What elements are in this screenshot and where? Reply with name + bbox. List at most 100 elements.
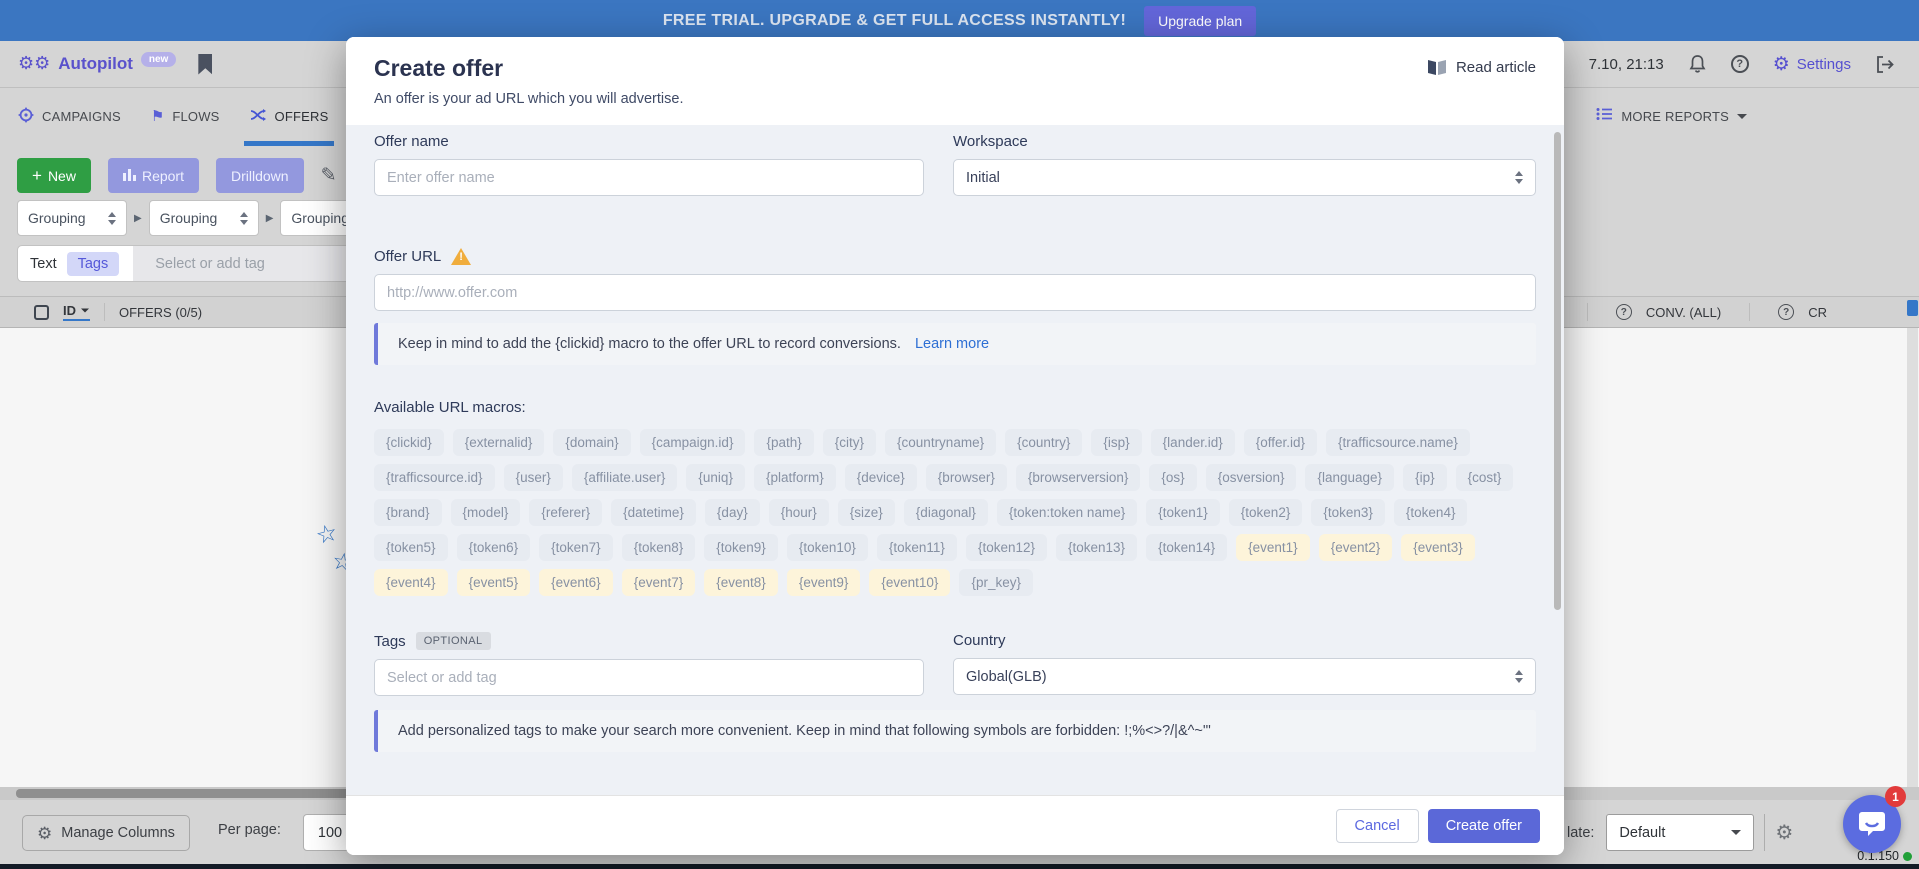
macro-chip[interactable]: {browserversion} [1016,464,1141,491]
macro-chip[interactable]: {language} [1305,464,1394,491]
report-button[interactable]: Report [108,158,199,193]
macro-chip[interactable]: {diagonal} [904,499,988,526]
macro-chip[interactable]: {offer.id} [1244,429,1317,456]
macro-chip[interactable]: {brand} [374,499,442,526]
macro-chip[interactable]: {lander.id} [1151,429,1235,456]
help-icon[interactable]: ? [1778,304,1794,320]
grouping-select-1[interactable]: Grouping [17,200,127,236]
column-offers[interactable]: OFFERS (0/5) [119,305,202,320]
drilldown-button[interactable]: Drilldown [216,158,304,193]
offer-name-input[interactable] [374,159,924,196]
macro-chip[interactable]: {isp} [1091,429,1141,456]
tab-offers[interactable]: OFFERS [250,88,329,146]
modal-scrollbar-thumb[interactable] [1554,132,1561,610]
create-offer-button[interactable]: Create offer [1428,809,1540,843]
workspace-select[interactable]: Initial [953,159,1536,196]
macro-chip[interactable]: {token11} [877,534,957,561]
macro-chip[interactable]: {event6} [539,569,613,596]
more-reports-button[interactable]: MORE REPORTS [1596,107,1747,126]
macro-chip[interactable]: {token14} [1146,534,1227,561]
macro-chip[interactable]: {platform} [754,464,836,491]
macro-chip[interactable]: {event9} [787,569,861,596]
macro-chip[interactable]: {token7} [539,534,613,561]
macro-chip[interactable]: {country} [1005,429,1082,456]
macro-chip[interactable]: {size} [838,499,895,526]
macro-chip[interactable]: {cost} [1456,464,1514,491]
filter-tags-toggle[interactable]: Tags [67,252,120,276]
tags-input[interactable] [374,659,924,696]
macro-chip[interactable]: {event7} [622,569,696,596]
edit-pencil-icon[interactable]: ✎ [321,164,337,187]
macro-chip[interactable]: {hour} [769,499,829,526]
cancel-button[interactable]: Cancel [1336,809,1419,843]
macro-chip[interactable]: {ip} [1403,464,1447,491]
macro-chip[interactable]: {user} [504,464,563,491]
country-select[interactable]: Global(GLB) [953,658,1536,695]
macro-chip[interactable]: {pr_key} [959,569,1033,596]
macro-chip[interactable]: {os} [1149,464,1196,491]
macro-chip[interactable]: {city} [823,429,876,456]
column-id[interactable]: ID [63,303,90,321]
macro-chip[interactable]: {trafficsource.id} [374,464,495,491]
notifications-bell-icon[interactable] [1688,54,1707,74]
macro-chip[interactable]: {affiliate.user} [572,464,678,491]
macro-chip[interactable]: {day} [705,499,760,526]
macro-chip[interactable]: {token:token name} [997,499,1137,526]
macro-chip[interactable]: {token8} [622,534,696,561]
macro-chip[interactable]: {domain} [553,429,630,456]
tab-campaigns[interactable]: CAMPAIGNS [18,88,121,146]
filter-text-toggle[interactable]: Text [18,256,67,272]
offer-url-input[interactable] [374,274,1536,311]
macro-chip[interactable]: {datetime} [611,499,696,526]
read-article-link[interactable]: Read article [1427,59,1536,76]
tab-flows[interactable]: ⚑ FLOWS [151,88,220,146]
vertical-scrollbar-thumb[interactable] [1907,300,1918,316]
macro-chip[interactable]: {event10} [869,569,950,596]
vertical-scrollbar[interactable] [1907,328,1918,787]
macro-chip[interactable]: {countryname} [885,429,996,456]
macro-chip[interactable]: {event3} [1401,534,1475,561]
settings-button[interactable]: ⚙ Settings [1773,55,1851,74]
macro-chip[interactable]: {token6} [457,534,531,561]
macro-chip[interactable]: {token13} [1056,534,1137,561]
brand-name[interactable]: Autopilot [58,54,133,74]
macro-chip[interactable]: {token1} [1146,499,1220,526]
macro-chip[interactable]: {referer} [529,499,602,526]
macro-chip[interactable]: {path} [754,429,813,456]
macro-chip[interactable]: {model} [451,499,521,526]
column-conv-all[interactable]: CONV. (ALL) [1646,305,1721,320]
grouping-select-2[interactable]: Grouping [149,200,259,236]
help-icon[interactable]: ? [1616,304,1632,320]
manage-columns-button[interactable]: ⚙ Manage Columns [22,815,190,851]
macro-chip[interactable]: {event4} [374,569,448,596]
select-all-checkbox[interactable] [34,305,49,320]
macro-chip[interactable]: {token10} [787,534,868,561]
macro-chip[interactable]: {token2} [1229,499,1303,526]
macro-chip[interactable]: {token5} [374,534,448,561]
macro-chip[interactable]: {campaign.id} [640,429,746,456]
macro-chip[interactable]: {token12} [966,534,1047,561]
logout-icon[interactable] [1875,55,1895,74]
macro-chip[interactable]: {event8} [704,569,778,596]
bookmark-icon[interactable] [198,54,212,75]
template-select[interactable]: Default [1606,814,1754,851]
macro-chip[interactable]: {browser} [926,464,1007,491]
macro-chip[interactable]: {token4} [1394,499,1468,526]
new-button[interactable]: + New [17,158,91,193]
macro-chip[interactable]: {externalid} [453,429,545,456]
template-gear-icon[interactable]: ⚙ [1775,820,1793,845]
macro-chip[interactable]: {token3} [1311,499,1385,526]
macro-chip[interactable]: {trafficsource.name} [1326,429,1470,456]
macro-chip[interactable]: {device} [845,464,917,491]
macro-chip[interactable]: {osversion} [1206,464,1297,491]
learn-more-link[interactable]: Learn more [915,336,989,352]
upgrade-plan-button[interactable]: Upgrade plan [1144,6,1256,36]
macro-chip[interactable]: {event1} [1236,534,1310,561]
column-cr[interactable]: CR [1808,305,1827,320]
macro-chip[interactable]: {event5} [457,569,531,596]
macro-chip[interactable]: {clickid} [374,429,444,456]
help-icon[interactable]: ? [1731,55,1749,73]
macro-chip[interactable]: {event2} [1319,534,1393,561]
brand[interactable]: ⚙⚙ Autopilot new [18,54,212,75]
macro-chip[interactable]: {uniq} [686,464,745,491]
